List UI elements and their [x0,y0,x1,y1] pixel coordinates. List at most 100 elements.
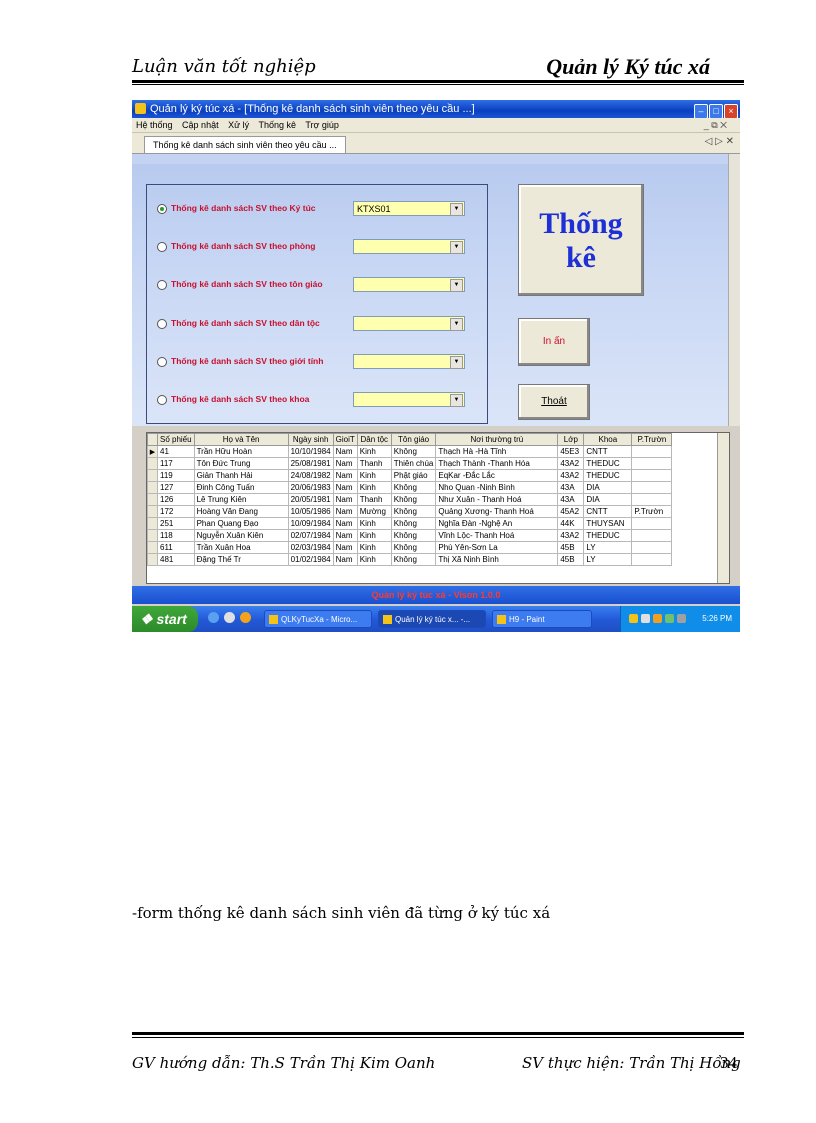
table-cell[interactable]: 24/08/1982 [287,469,334,482]
option-ton-giao[interactable]: Thống kê danh sách SV theo tôn giáo [157,279,323,290]
combo-dan-toc[interactable]: ▼ [353,316,465,331]
tray-icon[interactable] [665,614,674,623]
column-header[interactable]: Dân tộc [356,433,392,446]
table-cell[interactable] [631,481,673,494]
column-header[interactable]: Ngày sinh [287,433,334,446]
chevron-down-icon[interactable]: ▼ [450,394,463,407]
table-cell[interactable]: Không [390,493,437,506]
option-gioi-tinh[interactable]: Thống kê danh sách SV theo giới tính [157,356,323,367]
table-cell[interactable]: LY [583,553,633,566]
tray-icon[interactable] [653,614,662,623]
table-cell[interactable]: 45E3 [557,445,585,458]
table-cell[interactable]: Không [390,445,437,458]
table-cell[interactable]: DIA [583,481,633,494]
option-khoa[interactable]: Thống kê danh sách SV theo khoa [157,394,309,405]
table-cell[interactable]: Nam [332,457,358,470]
table-cell[interactable]: Nam [332,505,358,518]
table-cell[interactable]: Đặng Thế Tr [193,553,289,566]
row-indicator[interactable] [147,505,158,518]
table-cell[interactable]: Nam [332,493,358,506]
table-cell[interactable]: Như Xuân - Thanh Hoá [435,493,559,506]
menu-item-thong-ke[interactable]: Thống kê [258,120,296,130]
table-cell[interactable]: Hoàng Văn Đang [193,505,289,518]
option-phong[interactable]: Thống kê danh sách SV theo phòng [157,241,316,252]
column-header[interactable]: GioiT [332,433,358,446]
column-header[interactable]: Tôn giáo [390,433,437,446]
table-cell[interactable]: Phù Yên-Sơn La [435,541,559,554]
table-row[interactable]: 118 Nguyễn Xuân Kiên 02/07/1984 Nam Kinh Khôn… [147,529,673,542]
chevron-down-icon[interactable]: ▼ [450,279,463,292]
row-indicator[interactable] [147,517,158,530]
chevron-down-icon[interactable]: ▼ [450,203,463,216]
table-cell[interactable]: Thị Xã Ninh Bình [435,553,559,566]
table-row[interactable]: 481 Đặng Thế Tr 01/02/1984 Nam Kinh Không Thị … [147,553,673,566]
table-row[interactable]: 126 Lê Trung Kiên 20/05/1981 Nam Thanh Không N… [147,493,673,506]
table-cell[interactable]: Thanh [356,457,392,470]
table-cell[interactable]: Kinh [356,445,392,458]
start-button[interactable]: ❖ start [132,606,198,632]
table-cell[interactable]: Tôn Đức Trung [193,457,289,470]
table-cell[interactable]: Phan Quang Đạo [193,517,289,530]
table-cell[interactable]: Trần Xuân Hoa [193,541,289,554]
table-cell[interactable]: 44K [557,517,585,530]
table-row[interactable]: 251 Phan Quang Đạo 10/09/1984 Nam Kinh Không N… [147,517,673,530]
taskbar-button-paint[interactable]: H9 - Paint [492,610,592,628]
table-cell[interactable] [631,553,673,566]
table-cell[interactable]: Thanh [356,493,392,506]
table-row[interactable]: 119 Giản Thanh Hải 24/08/1982 Nam Kinh Phật g… [147,469,673,482]
row-indicator[interactable] [147,541,158,554]
table-row[interactable]: 611 Trần Xuân Hoa 02/03/1984 Nam Kinh Không Ph… [147,541,673,554]
table-cell[interactable]: 119 [157,469,195,482]
row-indicator[interactable] [147,529,158,542]
radio-icon[interactable] [157,356,167,367]
table-cell[interactable]: Nguyễn Xuân Kiên [193,529,289,542]
menu-item-cap-nhat[interactable]: Cập nhật [182,120,219,130]
combo-gioi-tinh[interactable]: ▼ [353,354,465,369]
table-cell[interactable]: DIA [583,493,633,506]
row-indicator[interactable] [147,493,158,506]
row-indicator[interactable] [147,553,158,566]
table-cell[interactable] [631,493,673,506]
table-cell[interactable]: Không [390,517,437,530]
table-cell[interactable]: 611 [157,541,195,554]
table-cell[interactable] [631,541,673,554]
option-dan-toc[interactable]: Thống kê danh sách SV theo dân tộc [157,318,320,329]
table-cell[interactable]: Kinh [356,553,392,566]
table-cell[interactable]: Nho Quan -Ninh Bình [435,481,559,494]
radio-icon[interactable] [157,394,167,405]
table-cell[interactable]: 10/05/1986 [287,505,334,518]
table-cell[interactable]: THEDUC [583,469,633,482]
table-cell[interactable]: Nam [332,469,358,482]
table-cell[interactable]: THEDUC [583,457,633,470]
table-cell[interactable]: Thiên chúa [390,457,437,470]
tab-nav-controls[interactable]: ◁ ▷ ✕ [705,136,734,147]
thong-ke-button[interactable]: Thống kê [518,184,644,296]
column-header[interactable]: Lớp [557,433,585,446]
table-cell[interactable]: Không [390,481,437,494]
table-cell[interactable]: Không [390,505,437,518]
table-cell[interactable]: Thạch Hà -Hà Tĩnh [435,445,559,458]
taskbar-button-qlkytucxa[interactable]: QLKyTucXa - Micro... [264,610,372,628]
table-cell[interactable] [631,469,673,482]
table-row[interactable]: 117 Tôn Đức Trung 25/08/1981 Nam Thanh Thiên … [147,457,673,470]
table-cell[interactable]: Nam [332,517,358,530]
table-cell[interactable]: Phật giáo [390,469,437,482]
table-cell[interactable]: THUYSAN [583,517,633,530]
table-cell[interactable]: 20/05/1981 [287,493,334,506]
table-cell[interactable]: 41 [157,445,195,458]
row-indicator[interactable] [147,457,158,470]
maximize-icon[interactable]: □ [709,104,723,119]
table-cell[interactable]: 45B [557,541,585,554]
combo-phong[interactable]: ▼ [353,239,465,254]
radio-icon[interactable] [157,241,167,252]
menu-item-he-thong[interactable]: Hệ thống [136,120,173,130]
table-cell[interactable]: 25/08/1981 [287,457,334,470]
table-cell[interactable]: 481 [157,553,195,566]
table-cell[interactable]: EqKar -Đắc Lắc [435,469,559,482]
table-cell[interactable] [631,445,673,458]
mdi-controls[interactable]: _ ⧉ ✕ [704,118,727,132]
row-indicator[interactable]: ▶ [147,445,158,458]
table-cell[interactable]: 02/03/1984 [287,541,334,554]
column-header[interactable]: P.Trườn [631,433,673,446]
table-cell[interactable]: Mường [356,505,392,518]
